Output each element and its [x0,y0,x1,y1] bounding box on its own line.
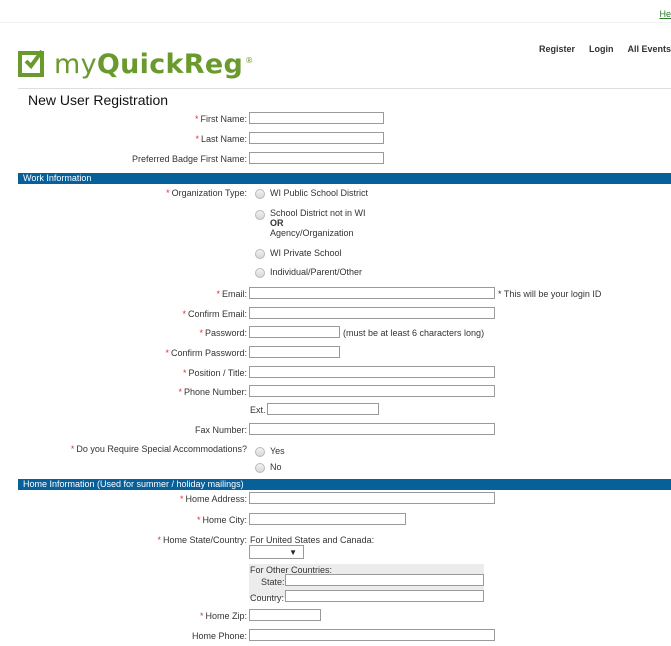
home-address-input[interactable] [249,492,495,504]
badge-name-input[interactable] [249,152,384,164]
special-option-yes: Yes [270,446,285,456]
page-title: New User Registration [28,92,169,108]
nav-login[interactable]: Login [589,44,614,54]
confirm-password-row: * Confirm Password: [0,346,671,360]
top-strip: He [0,0,671,23]
other-state-label: State: [261,577,285,587]
home-city-input[interactable] [249,513,406,525]
special-option-no: No [270,462,282,472]
confirm-password-label: * Confirm Password: [165,348,247,358]
confirm-email-label: * Confirm Email: [182,309,247,319]
confirm-email-input[interactable] [249,307,495,319]
org-option-agency: Agency/Organization [270,228,354,238]
email-label: * Email: [216,289,247,299]
badge-name-label: Preferred Badge First Name: [131,154,247,164]
home-phone-row: Home Phone: [0,629,671,643]
last-name-input[interactable] [249,132,384,144]
home-zip-row: * Home Zip: [0,609,671,623]
fax-row: Fax Number: [0,423,671,437]
section-home-information: Home Information (Used for summer / holi… [18,479,671,490]
other-country-label: Country: [250,593,285,603]
home-state-row: * Home State/Country: For United States a… [0,533,671,547]
fax-label: Fax Number: [194,425,247,435]
password-label: * Password: [199,328,247,338]
password-input[interactable] [249,326,340,338]
home-city-row: * Home City: [0,513,671,527]
phone-row: * Phone Number: [0,385,671,399]
org-option-wi-public: WI Public School District [270,188,369,198]
org-radio-not-wi[interactable] [255,210,265,220]
special-row: * Do you Require Special Accommodations? [0,442,671,456]
ext-row: Ext. [0,403,671,417]
org-type-label: * Organization Type: [166,188,247,198]
home-phone-label: Home Phone: [191,631,247,641]
other-state-input[interactable] [285,574,484,586]
phone-input[interactable] [249,385,495,397]
other-country-input[interactable] [285,590,484,602]
fax-input[interactable] [249,423,495,435]
position-label: * Position / Title: [182,368,247,378]
org-option-or: OR [270,218,284,228]
position-row: * Position / Title: [0,366,671,380]
header-divider [18,88,671,89]
special-radio-yes[interactable] [255,447,265,457]
nav-register[interactable]: Register [539,44,575,54]
state-select[interactable]: ▼ [249,545,304,559]
home-address-label: * Home Address: [179,494,247,504]
org-radio-wi-private[interactable] [255,249,265,259]
home-city-label: * Home City: [196,515,247,525]
position-input[interactable] [249,366,495,378]
section-work-information: Work Information [18,173,671,184]
special-radio-no[interactable] [255,463,265,473]
home-address-row: * Home Address: [0,492,671,506]
us-canada-label: For United States and Canada: [250,535,375,545]
last-name-row: * Last Name: [0,132,671,146]
home-state-label: * Home State/Country: [157,535,247,545]
checkbox-logo-icon [18,49,44,77]
last-name-label: * Last Name: [195,134,247,144]
badge-name-row: Preferred Badge First Name: [0,152,671,166]
org-radio-individual[interactable] [255,268,265,278]
first-name-input[interactable] [249,112,384,124]
first-name-row: * First Name: [0,112,671,126]
org-option-not-wi: School District not in WI [270,208,366,218]
org-option-individual: Individual/Parent/Other [270,267,363,277]
org-radio-wi-public[interactable] [255,189,265,199]
home-phone-input[interactable] [249,629,495,641]
password-note: (must be at least 6 characters long) [343,328,485,338]
chevron-down-icon: ▼ [289,548,297,557]
ext-input[interactable] [267,403,379,415]
top-nav: Register Login All Events [539,44,671,54]
email-note: * This will be your login ID [498,289,602,299]
nav-all-events[interactable]: All Events [627,44,671,54]
confirm-password-input[interactable] [249,346,340,358]
myquickreg-logo[interactable]: myQuickReg ® [18,46,253,82]
ext-label: Ext. [250,405,266,415]
home-zip-input[interactable] [249,609,321,621]
help-link[interactable]: He [659,9,671,19]
home-zip-label: * Home Zip: [199,611,247,621]
first-name-label: * First Name: [194,114,247,124]
email-row: * Email: * This will be your login ID [0,287,671,301]
org-option-wi-private: WI Private School [270,248,342,258]
email-input[interactable] [249,287,495,299]
special-label: * Do you Require Special Accommodations? [70,444,247,454]
confirm-email-row: * Confirm Email: [0,307,671,321]
phone-label: * Phone Number: [178,387,247,397]
logo-text: myQuickReg ® [54,48,254,80]
password-row: * Password: (must be at least 6 character… [0,326,671,340]
